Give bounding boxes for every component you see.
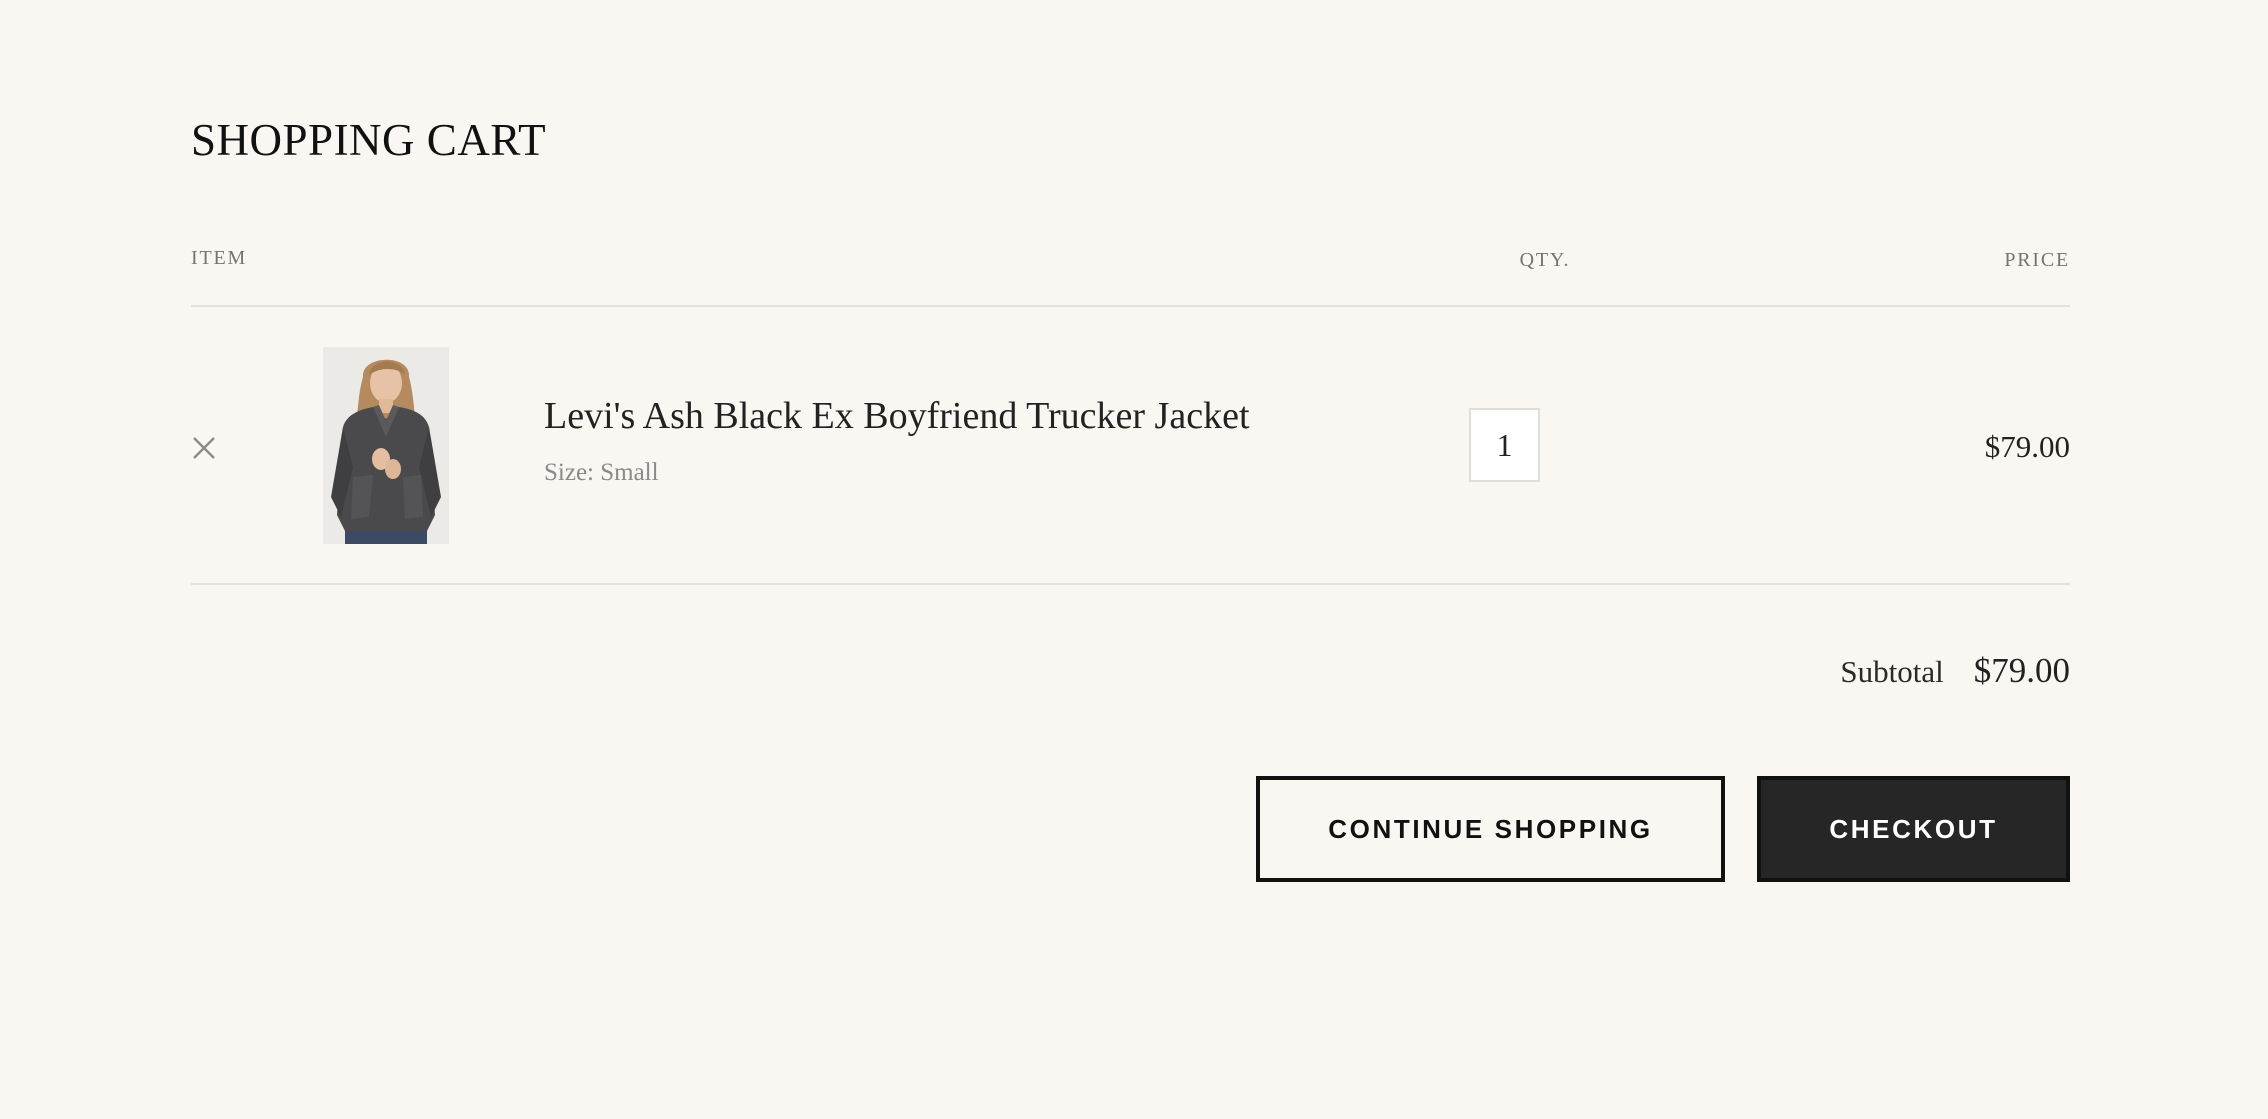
continue-shopping-button[interactable]: CONTINUE SHOPPING	[1256, 776, 1725, 882]
subtotal-value: $79.00	[1973, 651, 2070, 690]
cart-item-row: Levi's Ash Black Ex Boyfriend Trucker Ja…	[191, 307, 2070, 583]
cart-page: SHOPPING CART ITEM QTY. PRICE Levi's Ash…	[191, 0, 2070, 1119]
product-variant: Size: Small	[544, 459, 659, 486]
subtotal-label: Subtotal	[1840, 654, 1944, 689]
checkout-button[interactable]: CHECKOUT	[1757, 776, 2070, 882]
row-divider	[191, 583, 2070, 585]
line-item-price: $79.00	[1984, 429, 2070, 464]
product-image[interactable]	[323, 347, 449, 544]
page-title: SHOPPING CART	[191, 115, 547, 165]
close-icon[interactable]	[191, 435, 217, 461]
column-header-price: PRICE	[2004, 249, 2070, 271]
quantity-input[interactable]	[1469, 408, 1540, 482]
column-header-qty: QTY.	[1519, 249, 1571, 271]
subtotal: Subtotal $79.00	[1840, 651, 2070, 691]
column-header-item: ITEM	[191, 247, 248, 269]
product-name[interactable]: Levi's Ash Black Ex Boyfriend Trucker Ja…	[544, 397, 1250, 435]
